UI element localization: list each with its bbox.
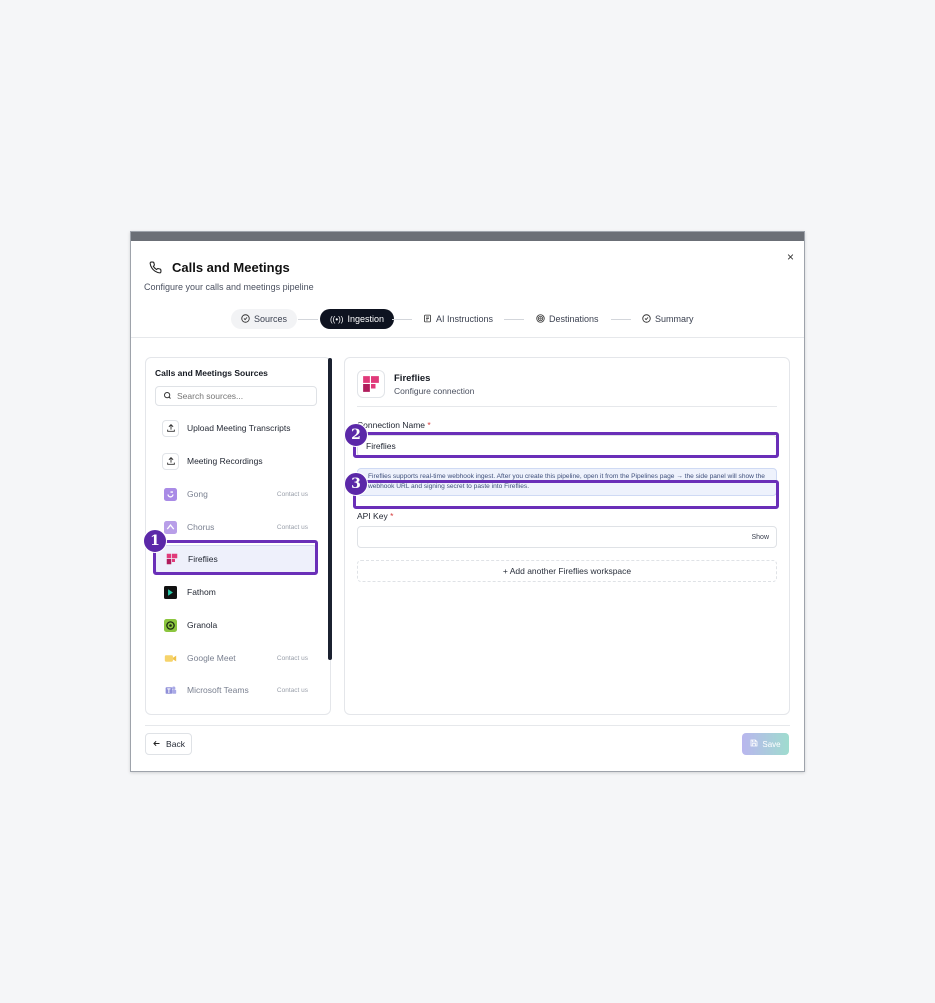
config-panel: Fireflies Configure connection Connectio… — [344, 357, 790, 715]
source-item-upload-transcripts[interactable]: Upload Meeting Transcripts — [155, 414, 317, 442]
source-item-meeting-recordings[interactable]: Meeting Recordings — [155, 447, 317, 475]
source-label: Microsoft Teams — [187, 685, 249, 695]
source-item-google-meet[interactable]: Google Meet Contact us — [155, 644, 317, 672]
target-icon — [536, 313, 545, 325]
wizard-stepper: Sources ((•)) Ingestion AI Instructions … — [131, 309, 804, 329]
source-label: Google Meet — [187, 653, 236, 663]
highlight-webhook-info — [353, 480, 779, 509]
save-icon — [750, 739, 758, 749]
search-box[interactable] — [155, 386, 317, 406]
annotation-badge-3: 3 — [344, 472, 368, 496]
step-destinations[interactable]: Destinations — [526, 309, 609, 329]
source-label: Chorus — [187, 522, 215, 532]
save-button[interactable]: Save — [742, 733, 789, 755]
check-circle-icon — [642, 313, 651, 325]
step-sources[interactable]: Sources — [231, 309, 298, 329]
source-label: Gong — [187, 489, 208, 499]
fathom-logo-icon — [162, 583, 179, 601]
required-mark: * — [427, 420, 431, 430]
config-divider — [357, 406, 777, 407]
gong-logo-icon — [162, 485, 179, 503]
annotation-badge-1: 1 — [143, 529, 167, 553]
step-ingestion[interactable]: ((•)) Ingestion — [320, 309, 394, 329]
required-mark: * — [390, 511, 394, 521]
source-item-gong[interactable]: Gong Contact us — [155, 480, 317, 508]
contact-us-label[interactable]: Contact us — [277, 655, 308, 662]
source-label: Granola — [187, 620, 218, 630]
sources-panel: Calls and Meetings Sources Upload Meetin… — [145, 357, 332, 715]
dialog-subtitle: Configure your calls and meetings pipeli… — [144, 282, 314, 292]
step-connector — [611, 319, 631, 320]
api-key-label: API Key * — [357, 511, 394, 521]
step-label: Ingestion — [347, 314, 384, 324]
config-title: Fireflies — [394, 373, 431, 384]
connection-name-label: Connection Name * — [357, 420, 431, 430]
search-icon — [163, 391, 172, 402]
source-item-fathom[interactable]: Fathom — [155, 578, 317, 606]
teams-logo-icon — [162, 681, 179, 699]
header-divider — [131, 337, 804, 338]
step-label: Destinations — [549, 314, 599, 324]
highlight-connection-name — [353, 432, 779, 458]
ai-doc-icon — [423, 314, 432, 325]
config-subtitle: Configure connection — [394, 386, 475, 396]
upload-icon — [162, 419, 179, 437]
back-button[interactable]: Back — [145, 733, 192, 755]
dialog-title: Calls and Meetings — [172, 260, 290, 275]
sources-scrollbar[interactable] — [328, 358, 332, 660]
contact-us-label[interactable]: Contact us — [277, 524, 308, 531]
sources-panel-title: Calls and Meetings Sources — [155, 368, 268, 378]
footer-divider — [145, 725, 790, 726]
step-label: AI Instructions — [436, 314, 494, 324]
arrow-left-icon — [152, 739, 161, 750]
phone-icon — [145, 257, 165, 277]
granola-logo-icon — [162, 616, 179, 634]
show-api-key-button[interactable]: Show — [751, 534, 769, 541]
close-icon[interactable]: × — [787, 250, 794, 264]
back-label: Back — [166, 739, 185, 749]
check-circle-icon — [241, 313, 250, 325]
source-label: Upload Meeting Transcripts — [187, 423, 291, 433]
upload-icon — [162, 452, 179, 470]
step-connector — [298, 319, 318, 320]
api-key-input[interactable]: Show — [357, 526, 777, 548]
highlight-fireflies-source — [153, 540, 318, 575]
step-connector — [504, 319, 524, 320]
add-workspace-button[interactable]: + Add another Fireflies workspace — [357, 560, 777, 582]
source-item-microsoft-teams[interactable]: Microsoft Teams Contact us — [155, 676, 317, 704]
search-input[interactable] — [177, 391, 297, 401]
annotation-badge-2: 2 — [344, 423, 368, 447]
window-titlebar — [131, 232, 804, 241]
step-ai-instructions[interactable]: AI Instructions — [413, 309, 503, 329]
source-label: Fathom — [187, 587, 216, 597]
google-meet-logo-icon — [162, 649, 179, 667]
step-connector — [392, 319, 412, 320]
step-summary[interactable]: Summary — [632, 309, 704, 329]
broadcast-icon: ((•)) — [330, 314, 344, 324]
step-label: Sources — [254, 314, 288, 324]
fireflies-logo-icon — [357, 370, 385, 398]
contact-us-label[interactable]: Contact us — [277, 491, 308, 498]
step-label: Summary — [655, 314, 694, 324]
source-label: Meeting Recordings — [187, 456, 263, 466]
source-item-granola[interactable]: Granola — [155, 611, 317, 639]
source-item-chorus[interactable]: Chorus Contact us — [155, 513, 317, 541]
contact-us-label[interactable]: Contact us — [277, 687, 308, 694]
save-label: Save — [762, 739, 781, 749]
